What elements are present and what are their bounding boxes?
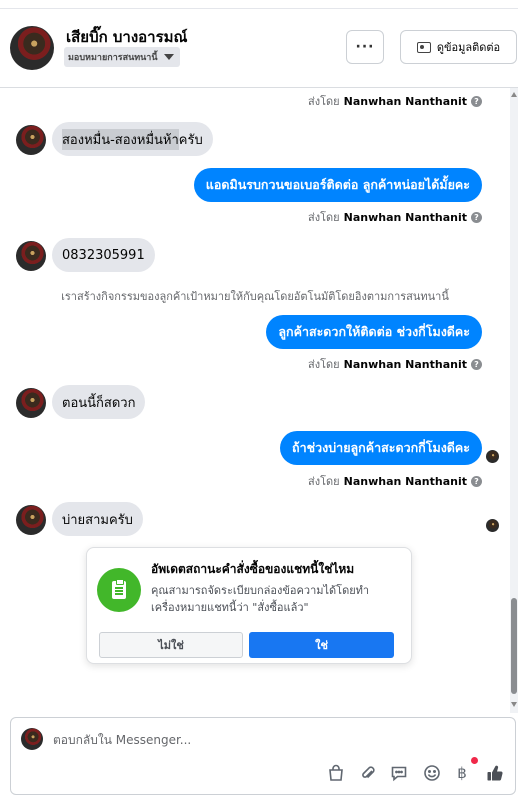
- more-icon: ···: [355, 39, 375, 55]
- view-contact-button[interactable]: ดูข้อมูลติดต่อ: [400, 30, 517, 64]
- agent-name: Nanwhan Nanthanit: [343, 94, 467, 108]
- incoming-message[interactable]: ตอนนี้ก็สดวก: [52, 385, 146, 419]
- sent-by-line: ส่งโดย Nanwhan Nanthanit ?: [308, 208, 482, 226]
- yes-button[interactable]: ใช่: [249, 632, 394, 658]
- like-button[interactable]: [484, 762, 506, 784]
- sent-by-prefix: ส่งโดย: [308, 211, 340, 224]
- attachment-button[interactable]: [357, 762, 379, 784]
- sender-avatar: [16, 388, 46, 418]
- assign-conversation-dropdown[interactable]: มอบหมายการสนทนานี้: [64, 47, 180, 67]
- sender-avatar: [16, 241, 46, 271]
- sent-by-line: ส่งโดย Nanwhan Nanthanit ?: [308, 472, 482, 490]
- assign-label: มอบหมายการสนทนานี้: [68, 53, 158, 63]
- attachment-icon: [362, 766, 375, 779]
- emoji-button[interactable]: [421, 762, 443, 784]
- sent-by-prefix: ส่งโดย: [308, 358, 340, 371]
- saved-reply-icon: [391, 766, 407, 782]
- sent-by-line: ส่งโดย Nanwhan Nanthanit ?: [308, 355, 482, 373]
- incoming-message[interactable]: สองหมื่น-สองหมื่นห้า ครับ: [52, 122, 213, 156]
- scrollbar-thumb[interactable]: [511, 598, 517, 694]
- info-icon[interactable]: ?: [471, 211, 482, 223]
- read-receipt-avatar: [486, 450, 499, 463]
- conversation-header: เสียบิ๊ก บางอารมณ์ มอบหมายการสนทนานี้ ··…: [0, 0, 518, 88]
- scroll-up-arrow[interactable]: [511, 92, 517, 97]
- read-receipt-avatar: [486, 519, 499, 532]
- outgoing-message[interactable]: ถ้าช่วงบ่ายลูกค้าสะดวกกี่โมงดีคะ: [280, 431, 482, 465]
- more-options-button[interactable]: ···: [346, 30, 384, 64]
- divider: [0, 8, 518, 9]
- reply-composer: ฿: [10, 717, 516, 795]
- contact-name[interactable]: เสียบิ๊ก บางอารมณ์: [66, 25, 187, 49]
- sender-avatar: [16, 505, 46, 535]
- selected-text: สองหมื่น-สองหมื่นห้า: [62, 128, 179, 150]
- scroll-down-arrow[interactable]: [511, 702, 517, 707]
- no-button[interactable]: ไม่ใช่: [99, 632, 243, 658]
- currency-icon: ฿: [457, 764, 467, 782]
- message-text: ครับ: [178, 132, 203, 148]
- contact-card-icon: [416, 41, 431, 53]
- outgoing-message[interactable]: แอดมินรบกวนขอเบอร์ติดต่อ ลูกค้าหน่อยได้ม…: [193, 168, 482, 202]
- contact-avatar[interactable]: [10, 26, 54, 70]
- emoji-icon: [424, 765, 440, 781]
- agent-name: Nanwhan Nanthanit: [343, 357, 467, 371]
- system-note: เราสร้างกิจกรรมของลูกค้าเป้าหมายให้กับคุ…: [61, 290, 449, 303]
- page-avatar: [21, 728, 43, 750]
- view-contact-label: ดูข้อมูลติดต่อ: [436, 41, 501, 54]
- info-icon[interactable]: ?: [471, 475, 482, 487]
- sent-by-prefix: ส่งโดย: [308, 475, 340, 488]
- payment-button[interactable]: ฿: [451, 762, 473, 784]
- saved-replies-button[interactable]: [388, 762, 410, 784]
- order-status-prompt: อัพเดตสถานะคำสั่งซื้อของแชทนี้ใช่ไหม คุณ…: [86, 547, 412, 664]
- sent-by-prefix: ส่งโดย: [308, 95, 340, 108]
- agent-name: Nanwhan Nanthanit: [343, 210, 467, 224]
- clipboard-icon: [112, 579, 126, 599]
- sent-by-line: ส่งโดย Nanwhan Nanthanit ?: [308, 92, 482, 110]
- sender-avatar: [16, 125, 46, 155]
- incoming-message[interactable]: บ่ายสามครับ: [52, 502, 143, 536]
- incoming-message[interactable]: 0832305991: [52, 238, 155, 272]
- thumbs-up-icon: [487, 765, 503, 781]
- agent-name: Nanwhan Nanthanit: [343, 474, 467, 488]
- prompt-description: คุณสามารถจัดระเบียบกล่องข้อความได้โดยทำเ…: [151, 584, 370, 614]
- info-icon[interactable]: ?: [471, 95, 482, 107]
- info-icon[interactable]: ?: [471, 358, 482, 370]
- outgoing-message[interactable]: ลูกค้าสะดวกให้ติดต่อ ช่วงกี่โมงดีคะ: [266, 315, 482, 349]
- caret-down-icon: [163, 54, 174, 60]
- shopping-bag-button[interactable]: [325, 762, 347, 784]
- shopping-bag-icon: [329, 764, 343, 781]
- reply-input[interactable]: [53, 730, 453, 750]
- order-badge: [97, 568, 141, 612]
- prompt-title: อัพเดตสถานะคำสั่งซื้อของแชทนี้ใช่ไหม: [151, 562, 355, 576]
- notification-dot: [471, 757, 478, 764]
